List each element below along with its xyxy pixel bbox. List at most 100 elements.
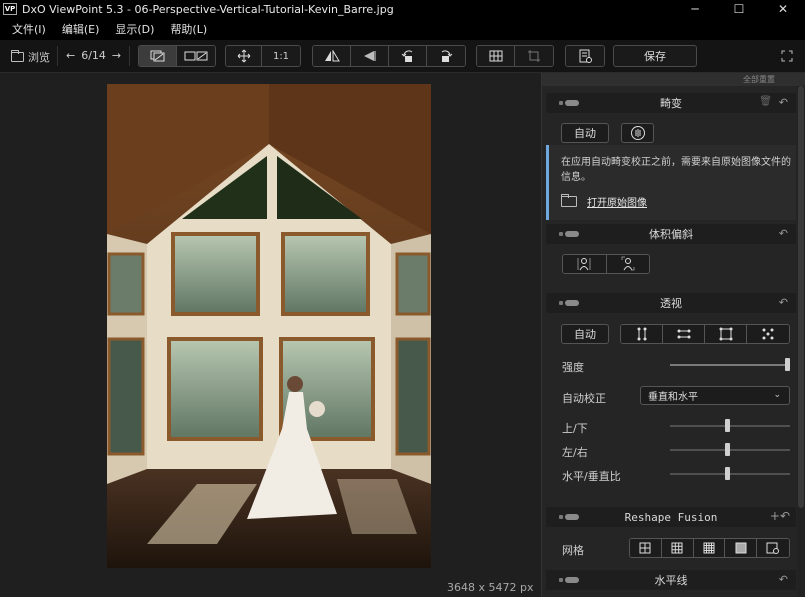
browse-button[interactable]: 浏览 xyxy=(11,49,50,65)
export-settings-button[interactable] xyxy=(566,46,604,66)
trash-icon[interactable]: 🗑 xyxy=(759,96,772,107)
reshape-toggle[interactable] xyxy=(559,514,579,520)
perspective-toggle[interactable] xyxy=(559,300,579,306)
reset-icon[interactable]: ↶ xyxy=(779,573,788,586)
chevron-down-icon: ⌄ xyxy=(773,390,781,400)
person-spherical-icon xyxy=(621,256,635,271)
grid-settings-button[interactable] xyxy=(757,539,789,557)
next-image-icon[interactable]: → xyxy=(112,49,121,62)
leftright-label: 左/右 xyxy=(562,446,588,459)
person-cylindrical-icon xyxy=(577,258,591,271)
reshape-section-header[interactable]: Reshape Fusion +↶ xyxy=(546,507,796,527)
ratio-label: 水平/垂直比 xyxy=(562,470,621,483)
flip-horizontal-button[interactable] xyxy=(313,46,351,66)
reset-all-button[interactable]: 全部重置 xyxy=(542,73,805,86)
maximize-icon[interactable]: ☐ xyxy=(717,0,761,18)
reset-icon[interactable]: ↶ xyxy=(779,96,788,109)
perspective-eight-point-button[interactable] xyxy=(747,325,789,343)
rotate-left-button[interactable] xyxy=(389,46,427,66)
volume-spherical-button[interactable] xyxy=(606,255,649,273)
crop-icon xyxy=(528,50,540,62)
add-icon[interactable]: +↶ xyxy=(770,509,790,523)
flip-vertical-icon xyxy=(363,51,375,61)
perspective-auto-button[interactable]: 自动 xyxy=(561,324,609,344)
volume-mode-group xyxy=(562,254,650,274)
pan-tool-button[interactable] xyxy=(226,46,262,66)
move-icon xyxy=(237,49,250,63)
menu-file[interactable]: 文件(I) xyxy=(12,21,46,37)
ratio-slider-knob[interactable] xyxy=(725,467,730,480)
grid-toggle-button[interactable] xyxy=(477,46,515,66)
open-original-label: 打开原始图像 xyxy=(587,198,647,209)
distortion-auto-button[interactable]: 自动 xyxy=(561,123,609,143)
intensity-slider[interactable] xyxy=(670,358,790,371)
leftright-slider[interactable] xyxy=(670,443,790,456)
rotate-right-icon xyxy=(441,50,453,62)
distortion-section-header[interactable]: 畸变 🗑 ↶ xyxy=(546,93,796,113)
crop-button[interactable] xyxy=(515,46,553,66)
updown-slider-knob[interactable] xyxy=(725,419,730,432)
compare-mode-group xyxy=(138,45,216,67)
split-view-button[interactable] xyxy=(177,46,215,66)
intensity-slider-knob[interactable] xyxy=(785,358,790,371)
distortion-info-text: 在应用自动畸变校正之前，需要来自原始图像文件的信息。 xyxy=(561,157,791,183)
rotate-right-button[interactable] xyxy=(427,46,465,66)
single-view-button[interactable] xyxy=(139,46,177,66)
reset-icon[interactable]: ↶ xyxy=(779,227,788,240)
app-logo-icon: VP xyxy=(3,3,17,15)
perspective-vertical-button[interactable] xyxy=(621,325,663,343)
distortion-toggle[interactable] xyxy=(559,100,579,106)
volume-section-header[interactable]: 体积偏斜 ↶ xyxy=(546,224,796,244)
menu-bar: 文件(I) 编辑(E) 显示(D) 帮助(L) xyxy=(0,18,805,40)
auto-correct-value: 垂直和水平 xyxy=(648,392,698,403)
flip-vertical-button[interactable] xyxy=(351,46,389,66)
grid-4x4-button[interactable] xyxy=(693,539,726,557)
updown-slider[interactable] xyxy=(670,419,790,432)
perspective-section-header[interactable]: 透视 ↶ xyxy=(546,293,796,313)
rectangle-icon xyxy=(719,327,732,341)
prev-image-icon[interactable]: ← xyxy=(66,49,75,62)
auto-correct-select[interactable]: 垂直和水平 ⌄ xyxy=(640,386,790,405)
export-group xyxy=(565,45,605,67)
horizon-section-header[interactable]: 水平线 ↶ xyxy=(546,570,796,590)
horizon-title: 水平线 xyxy=(654,574,688,587)
photo-canvas[interactable] xyxy=(107,84,431,568)
save-button[interactable]: 保存 xyxy=(613,45,697,67)
horizontal-lines-icon xyxy=(677,329,690,339)
grid-density-group xyxy=(629,538,790,558)
volume-toggle[interactable] xyxy=(559,231,579,237)
horizon-toggle[interactable] xyxy=(559,577,579,583)
volume-cylindrical-button[interactable] xyxy=(563,255,607,273)
perspective-mode-group xyxy=(620,324,790,344)
image-viewer[interactable]: 3648 x 5472 px xyxy=(0,73,541,597)
distortion-lens-button[interactable] xyxy=(621,123,654,143)
transform-group xyxy=(312,45,466,67)
photo-illustration xyxy=(107,84,431,568)
reshape-title: Reshape Fusion xyxy=(624,510,718,524)
perspective-horizontal-button[interactable] xyxy=(663,325,705,343)
menu-edit[interactable]: 编辑(E) xyxy=(62,21,100,37)
fullscreen-icon[interactable] xyxy=(781,50,793,62)
menu-help[interactable]: 帮助(L) xyxy=(170,21,207,37)
minimize-icon[interactable]: ─ xyxy=(673,0,717,18)
volume-title: 体积偏斜 xyxy=(649,228,693,241)
leftright-slider-knob[interactable] xyxy=(725,443,730,456)
grid-2x2-button[interactable] xyxy=(630,539,662,557)
ratio-slider[interactable] xyxy=(670,467,790,480)
panel-scrollbar[interactable] xyxy=(797,86,805,597)
grid-icon xyxy=(489,50,502,62)
window-title: DxO ViewPoint 5.3 - 06-Perspective-Verti… xyxy=(22,2,394,16)
flip-horizontal-icon xyxy=(324,50,340,62)
close-icon[interactable]: ✕ xyxy=(761,0,805,18)
single-view-icon xyxy=(150,50,164,62)
zoom-1to1-button[interactable]: 1:1 xyxy=(262,46,300,66)
open-original-link[interactable]: 打开原始图像 xyxy=(561,194,647,209)
menu-view[interactable]: 显示(D) xyxy=(115,21,154,37)
toolbar-divider xyxy=(129,46,130,66)
scrollbar-thumb[interactable] xyxy=(798,86,804,508)
grid-fill-button[interactable] xyxy=(725,539,758,557)
perspective-rectangle-button[interactable] xyxy=(705,325,747,343)
reset-icon[interactable]: ↶ xyxy=(779,296,788,309)
grid-3x3-button[interactable] xyxy=(661,539,694,557)
auto-correct-label: 自动校正 xyxy=(562,392,606,405)
